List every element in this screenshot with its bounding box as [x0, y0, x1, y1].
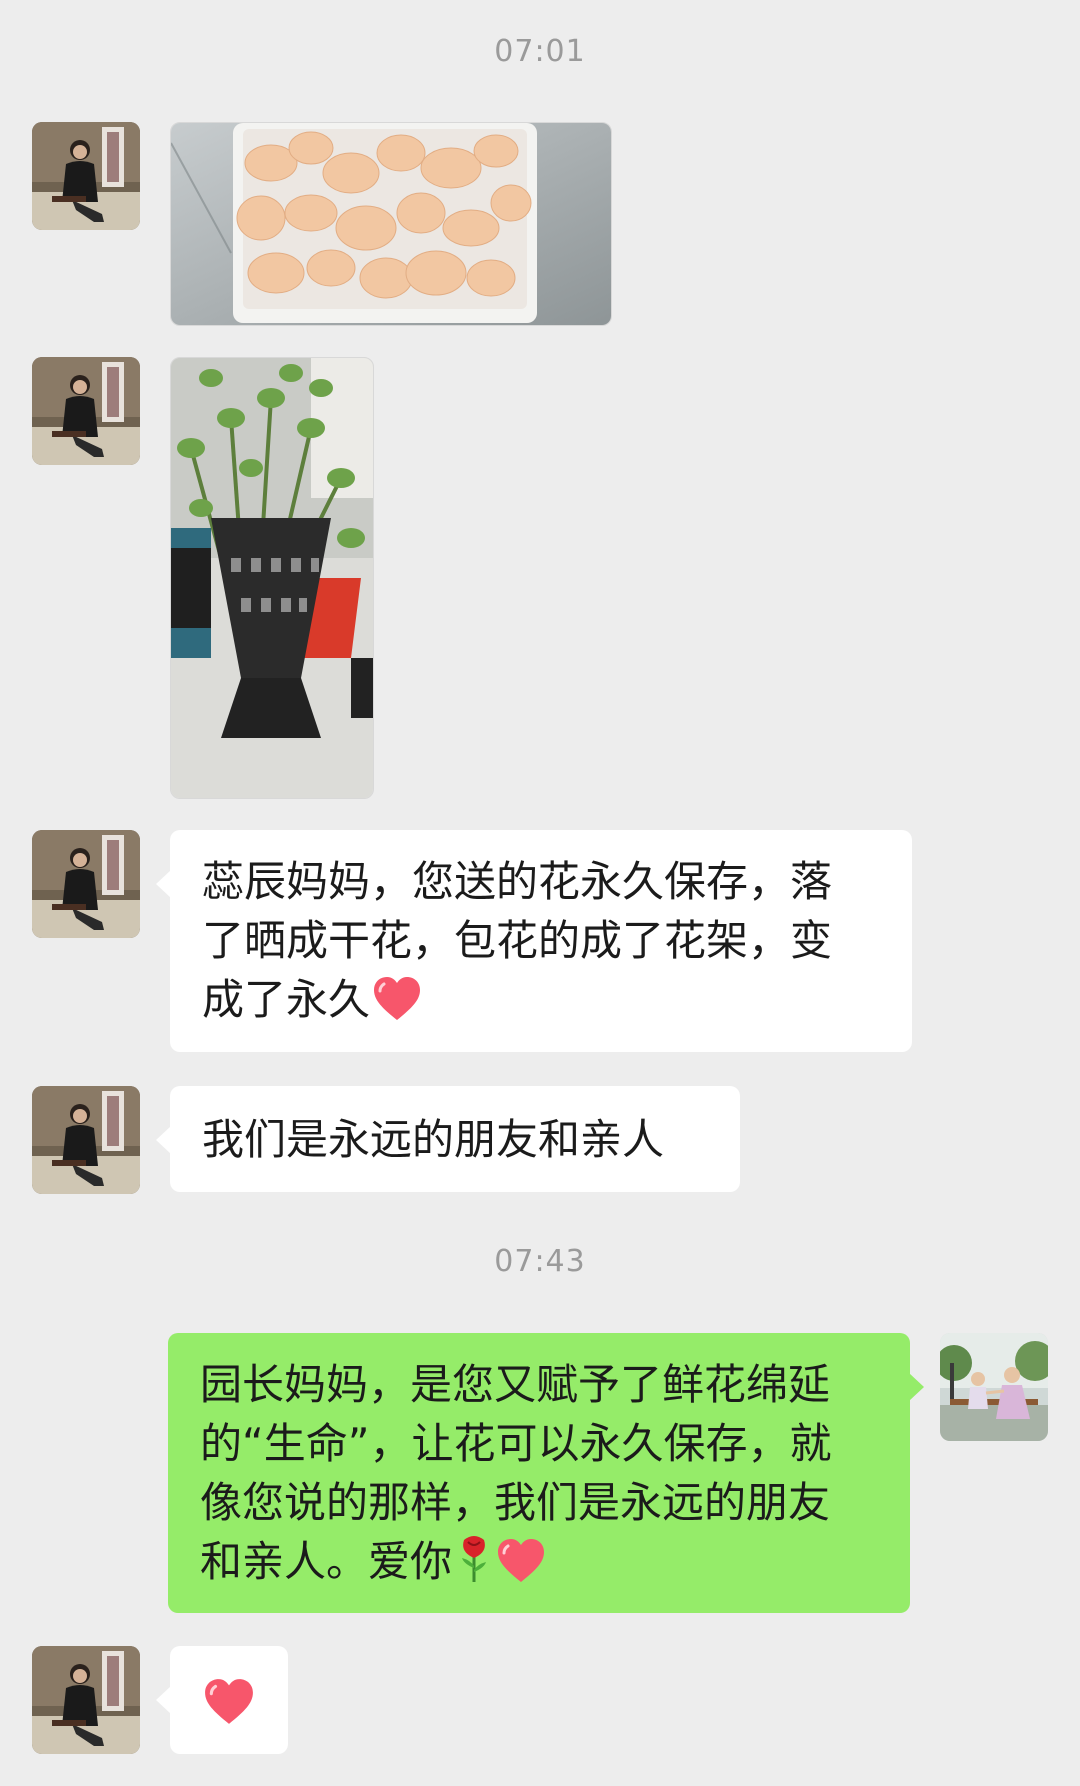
timestamp: 07:43: [494, 1244, 586, 1279]
heart-icon: [372, 976, 422, 1037]
message-bubble-incoming[interactable]: 蕊辰妈妈，您送的花永久保存，落 了晒成干花，包花的成了花架，变 成了永久: [156, 830, 912, 1052]
message-line: 像您说的那样，我们是永远的朋友: [200, 1478, 831, 1527]
contact-avatar[interactable]: [32, 357, 140, 465]
contact-avatar[interactable]: [32, 1086, 140, 1194]
contact-avatar[interactable]: [32, 122, 140, 230]
message-line: 了晒成干花，包花的成了花架，变: [202, 916, 833, 965]
heart-icon: [203, 1678, 255, 1741]
message-line-last: 成了永久: [202, 970, 880, 1037]
contact-avatar[interactable]: [32, 830, 140, 938]
message-bubble-incoming[interactable]: 我们是永远的朋友和亲人: [156, 1086, 740, 1192]
heart-icon: [496, 1538, 546, 1599]
woman-seated-avatar-icon: [32, 830, 140, 938]
children-in-park-avatar-icon: [940, 1333, 1048, 1441]
woman-seated-avatar-icon: [32, 1646, 140, 1754]
message-line: 园长妈妈，是您又赋予了鲜花绵延: [200, 1360, 831, 1409]
woman-seated-avatar-icon: [32, 122, 140, 230]
timestamp: 07:01: [494, 34, 586, 69]
message-bubble-incoming[interactable]: [156, 1646, 288, 1754]
message-line-last: 和亲人。爱你: [200, 1532, 878, 1599]
woman-seated-avatar-icon: [32, 1086, 140, 1194]
woman-seated-avatar-icon: [32, 357, 140, 465]
image-message-plants[interactable]: [170, 357, 374, 799]
rose-icon: [454, 1534, 494, 1599]
contact-avatar[interactable]: [32, 1646, 140, 1754]
image-message-petals[interactable]: [170, 122, 612, 326]
message-bubble-outgoing[interactable]: 园长妈妈，是您又赋予了鲜花绵延 的“生命”，让花可以永久保存，就 像您说的那样，…: [168, 1333, 924, 1613]
self-avatar[interactable]: [940, 1333, 1048, 1441]
message-line: 我们是永远的朋友和亲人: [202, 1115, 665, 1164]
message-line: 的“生命”，让花可以永久保存，就: [200, 1419, 832, 1468]
message-line: 蕊辰妈妈，您送的花永久保存，落: [202, 857, 833, 906]
